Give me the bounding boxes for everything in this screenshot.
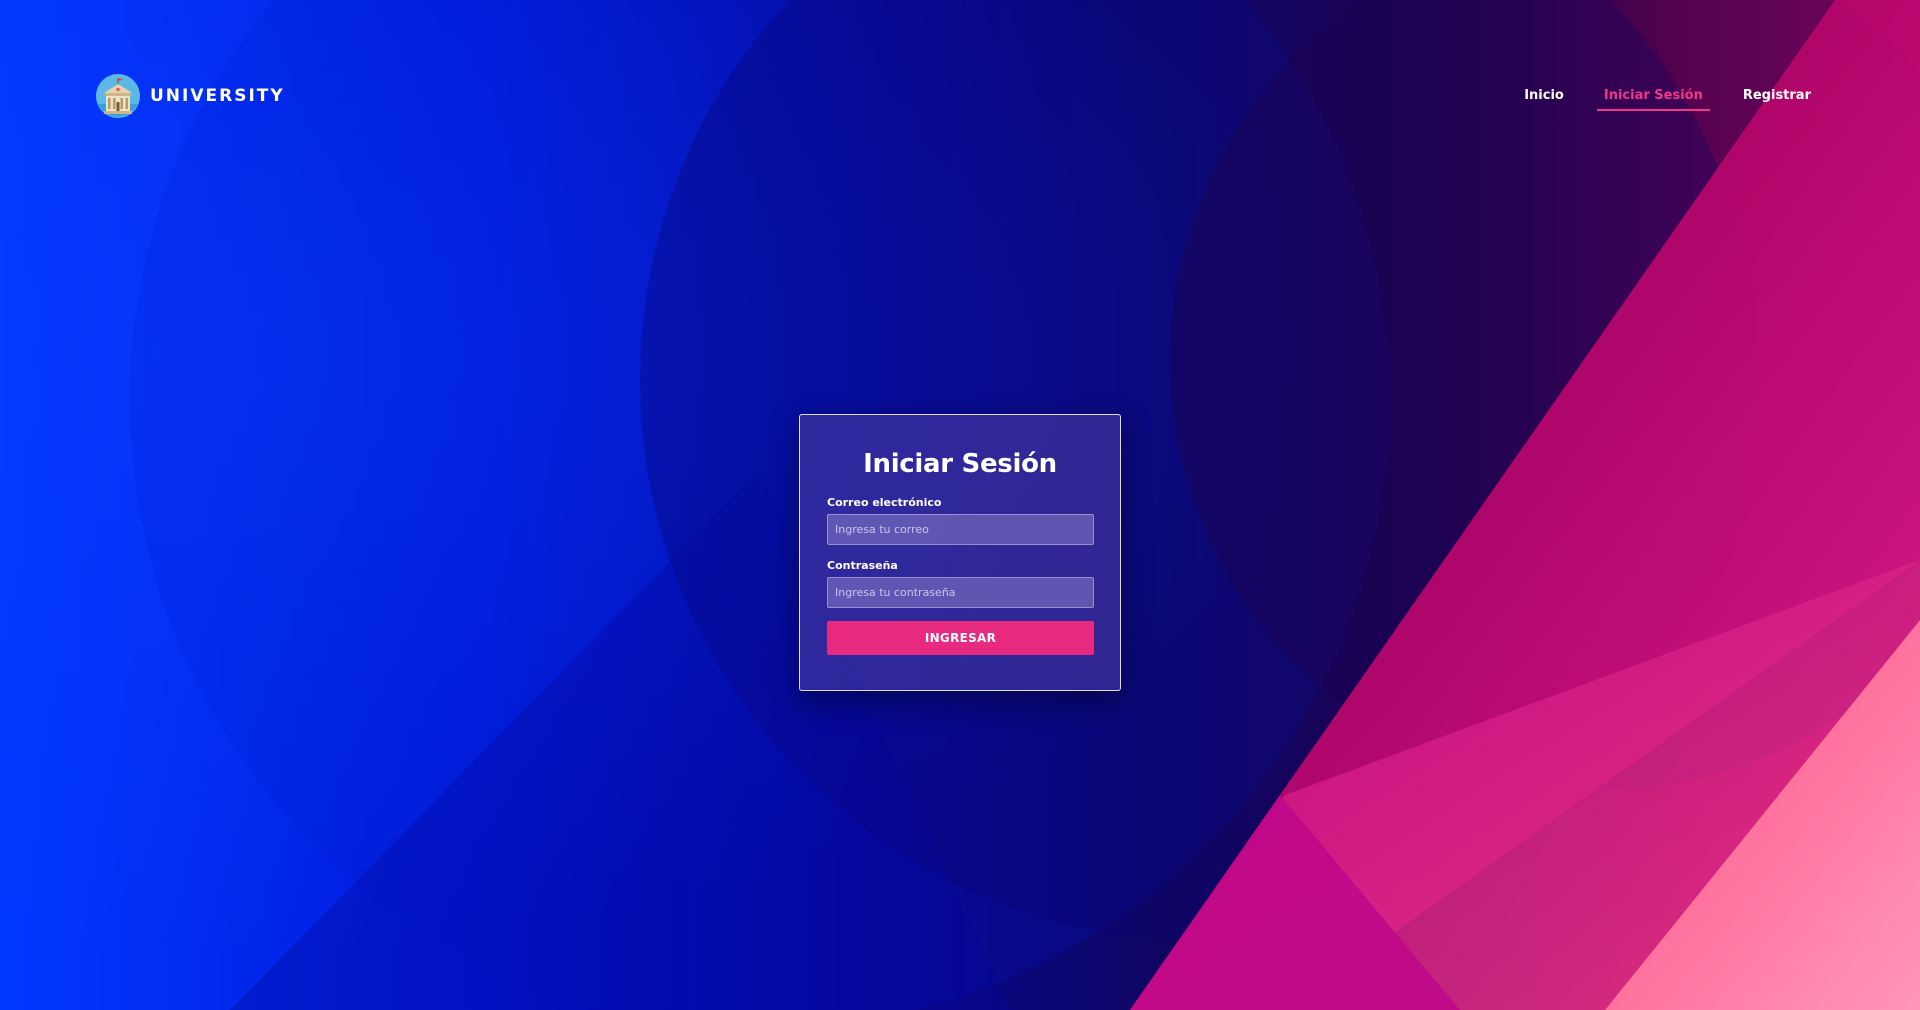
- top-header: UNIVERSITY Inicio Iniciar Sesión Registr…: [0, 0, 1920, 194]
- nav-registrar[interactable]: Registrar: [1736, 86, 1818, 111]
- email-input[interactable]: [827, 514, 1094, 545]
- brand-logo-link[interactable]: UNIVERSITY: [96, 74, 285, 118]
- main-nav: Inicio Iniciar Sesión Registrar: [1491, 86, 1818, 111]
- ingresar-button[interactable]: INGRESAR: [827, 621, 1094, 655]
- nav-inicio[interactable]: Inicio: [1517, 86, 1571, 111]
- password-field-group: Contraseña: [827, 559, 1094, 608]
- email-field-group: Correo electrónico: [827, 496, 1094, 545]
- nav-iniciar-sesion[interactable]: Iniciar Sesión: [1596, 86, 1710, 111]
- password-input[interactable]: [827, 577, 1094, 608]
- login-card: Iniciar Sesión Correo electrónico Contra…: [799, 414, 1121, 691]
- email-label: Correo electrónico: [827, 496, 942, 509]
- university-building-icon: [96, 74, 140, 118]
- login-title: Iniciar Sesión: [863, 449, 1057, 479]
- brand-name: UNIVERSITY: [150, 86, 285, 106]
- password-label: Contraseña: [827, 559, 898, 572]
